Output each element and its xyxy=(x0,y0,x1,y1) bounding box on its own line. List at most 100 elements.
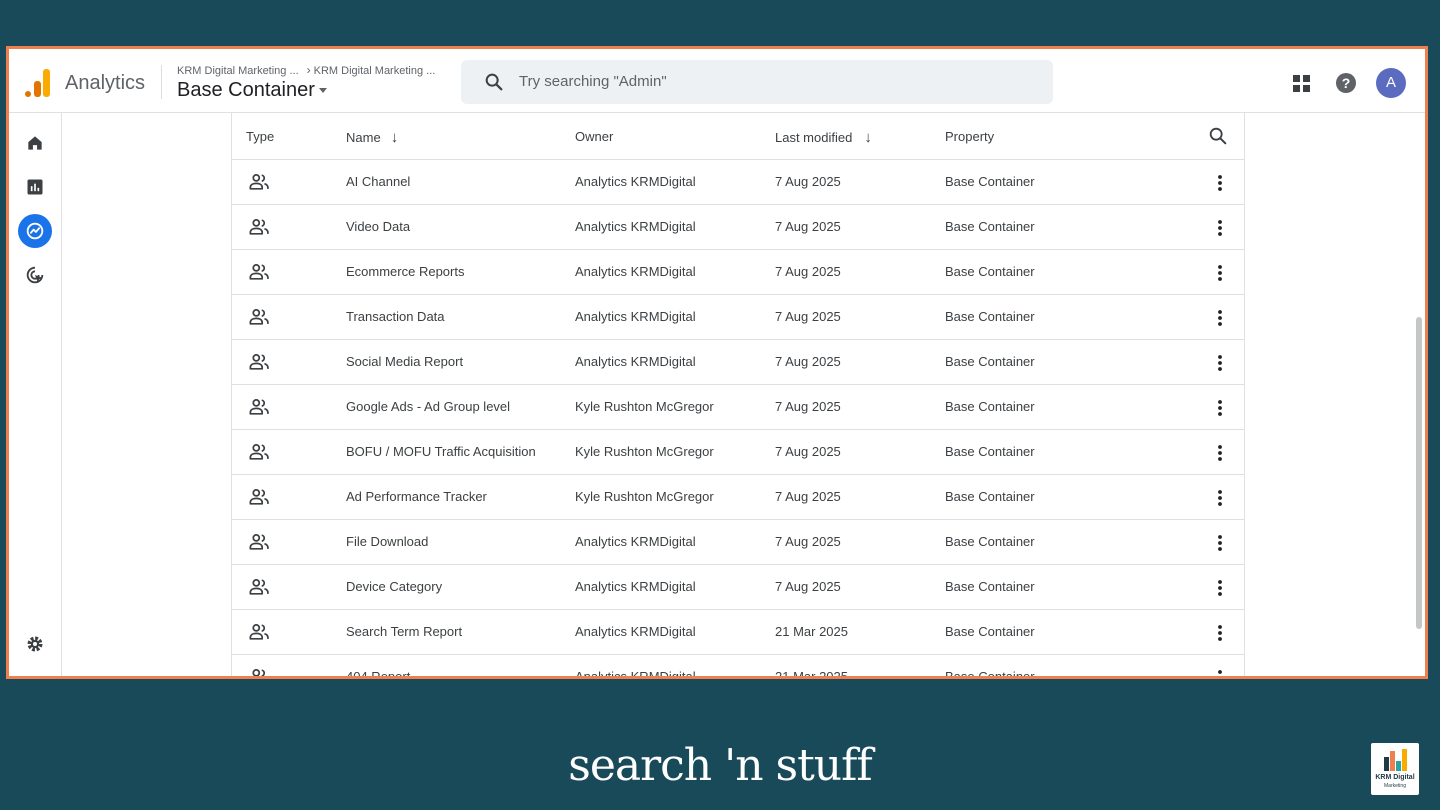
table-row[interactable]: Transaction Data Analytics KRMDigital 7 Au… xyxy=(232,295,1244,340)
row-name[interactable]: Ecommerce Reports xyxy=(346,264,464,279)
analytics-logo-icon[interactable] xyxy=(23,67,51,97)
table-body: AI Channel Analytics KRMDigital 7 Aug 2025… xyxy=(232,160,1244,676)
column-header-last-modified[interactable]: Last modified ↓ xyxy=(775,129,872,146)
more-vert-icon[interactable] xyxy=(1210,353,1230,373)
row-name[interactable]: Transaction Data xyxy=(346,309,445,324)
reports-icon[interactable] xyxy=(18,170,52,204)
gear-icon[interactable] xyxy=(18,627,52,661)
more-vert-icon[interactable] xyxy=(1210,308,1230,328)
table-row[interactable]: Google Ads - Ad Group level Kyle Rushton … xyxy=(232,385,1244,430)
search-icon xyxy=(485,73,503,91)
row-name[interactable]: Video Data xyxy=(346,219,410,234)
search-placeholder: Try searching "Admin" xyxy=(519,73,667,90)
more-vert-icon[interactable] xyxy=(1210,623,1230,643)
column-header-name[interactable]: Name ↓ xyxy=(346,129,398,146)
breadcrumb[interactable]: KRM Digital Marketing ... › KRM Digital Ma… xyxy=(177,63,435,77)
row-last-modified: 7 Aug 2025 xyxy=(775,354,841,369)
app-name: Analytics xyxy=(65,72,146,94)
table-row[interactable]: AI Channel Analytics KRMDigital 7 Aug 2025… xyxy=(232,160,1244,205)
shared-people-icon xyxy=(248,532,270,552)
row-property: Base Container xyxy=(945,219,1035,234)
row-last-modified: 7 Aug 2025 xyxy=(775,579,841,594)
chevron-right-icon: › xyxy=(306,63,311,77)
table-row[interactable]: Ad Performance Tracker Kyle Rushton McGre… xyxy=(232,475,1244,520)
row-last-modified: 7 Aug 2025 xyxy=(775,264,841,279)
row-owner: Kyle Rushton McGregor xyxy=(575,399,714,414)
row-owner: Analytics KRMDigital xyxy=(575,354,696,369)
row-property: Base Container xyxy=(945,309,1035,324)
table-row[interactable]: Search Term Report Analytics KRMDigital 21… xyxy=(232,610,1244,655)
app-window: Analytics KRM Digital Marketing ... › KRM … xyxy=(6,46,1428,679)
column-header-owner[interactable]: Owner xyxy=(575,129,613,144)
column-header-type[interactable]: Type xyxy=(246,129,274,144)
apps-grid-icon[interactable] xyxy=(1293,75,1311,93)
shared-people-icon xyxy=(248,217,270,237)
row-owner: Kyle Rushton McGregor xyxy=(575,489,714,504)
explorations-table: Type Name ↓ Owner Last modified ↓ Property… xyxy=(231,113,1245,676)
left-nav xyxy=(9,113,62,676)
more-vert-icon[interactable] xyxy=(1210,173,1230,193)
avatar[interactable]: A xyxy=(1376,68,1406,98)
row-name[interactable]: AI Channel xyxy=(346,174,410,189)
table-row[interactable]: File Download Analytics KRMDigital 7 Aug 2… xyxy=(232,520,1244,565)
more-vert-icon[interactable] xyxy=(1210,263,1230,283)
header-divider xyxy=(161,65,162,99)
row-property: Base Container xyxy=(945,354,1035,369)
krm-logo-line1: KRM Digital xyxy=(1375,774,1415,781)
explore-icon[interactable] xyxy=(18,214,52,248)
more-vert-icon[interactable] xyxy=(1210,578,1230,598)
breadcrumb-account[interactable]: KRM Digital Marketing ... xyxy=(177,65,299,77)
more-vert-icon[interactable] xyxy=(1210,218,1230,238)
scrollbar[interactable] xyxy=(1416,317,1422,629)
table-search-icon[interactable] xyxy=(1207,125,1229,147)
row-last-modified: 21 Mar 2025 xyxy=(775,669,848,676)
row-last-modified: 7 Aug 2025 xyxy=(775,174,841,189)
top-bar: Analytics KRM Digital Marketing ... › KRM … xyxy=(9,49,1425,113)
help-icon[interactable]: ? xyxy=(1336,73,1356,93)
search-bar[interactable]: Try searching "Admin" xyxy=(461,60,1053,104)
shared-people-icon xyxy=(248,397,270,417)
row-property: Base Container xyxy=(945,489,1035,504)
table-row[interactable]: Device Category Analytics KRMDigital 7 Aug… xyxy=(232,565,1244,610)
row-name[interactable]: Google Ads - Ad Group level xyxy=(346,399,510,414)
shared-people-icon xyxy=(248,172,270,192)
more-vert-icon[interactable] xyxy=(1210,443,1230,463)
shared-people-icon xyxy=(248,352,270,372)
krm-logo-line2: Marketing xyxy=(1384,783,1406,789)
table-row[interactable]: Ecommerce Reports Analytics KRMDigital 7 A… xyxy=(232,250,1244,295)
row-name[interactable]: BOFU / MOFU Traffic Acquisition xyxy=(346,444,536,459)
row-name[interactable]: Social Media Report xyxy=(346,354,463,369)
row-last-modified: 7 Aug 2025 xyxy=(775,489,841,504)
shared-people-icon xyxy=(248,622,270,642)
advertising-icon[interactable] xyxy=(18,258,52,292)
container-selector[interactable]: Base Container xyxy=(177,79,327,102)
table-row[interactable]: 404 Report Analytics KRMDigital 21 Mar 202… xyxy=(232,655,1244,676)
row-owner: Kyle Rushton McGregor xyxy=(575,444,714,459)
row-name[interactable]: Device Category xyxy=(346,579,442,594)
home-icon[interactable] xyxy=(18,126,52,160)
table-row[interactable]: Social Media Report Analytics KRMDigital 7… xyxy=(232,340,1244,385)
row-name[interactable]: Search Term Report xyxy=(346,624,462,639)
breadcrumb-property[interactable]: KRM Digital Marketing ... xyxy=(314,65,436,77)
sort-arrow-down-icon: ↓ xyxy=(390,129,399,146)
row-owner: Analytics KRMDigital xyxy=(575,174,696,189)
column-header-property[interactable]: Property xyxy=(945,129,994,144)
more-vert-icon[interactable] xyxy=(1210,398,1230,418)
more-vert-icon[interactable] xyxy=(1210,668,1230,676)
container-title: Base Container xyxy=(177,79,315,101)
table-header: Type Name ↓ Owner Last modified ↓ Property xyxy=(232,113,1244,160)
table-row[interactable]: BOFU / MOFU Traffic Acquisition Kyle Rush… xyxy=(232,430,1244,475)
row-name[interactable]: 404 Report xyxy=(346,669,410,676)
more-vert-icon[interactable] xyxy=(1210,488,1230,508)
row-name[interactable]: Ad Performance Tracker xyxy=(346,489,487,504)
shared-people-icon xyxy=(248,487,270,507)
row-property: Base Container xyxy=(945,669,1035,676)
row-owner: Analytics KRMDigital xyxy=(575,219,696,234)
more-vert-icon[interactable] xyxy=(1210,533,1230,553)
dropdown-arrow-icon xyxy=(318,88,327,94)
table-row[interactable]: Video Data Analytics KRMDigital 7 Aug 2025… xyxy=(232,205,1244,250)
row-name[interactable]: File Download xyxy=(346,534,428,549)
row-last-modified: 7 Aug 2025 xyxy=(775,309,841,324)
row-last-modified: 7 Aug 2025 xyxy=(775,534,841,549)
brand-logo-text: search 'n stuff xyxy=(568,740,872,791)
